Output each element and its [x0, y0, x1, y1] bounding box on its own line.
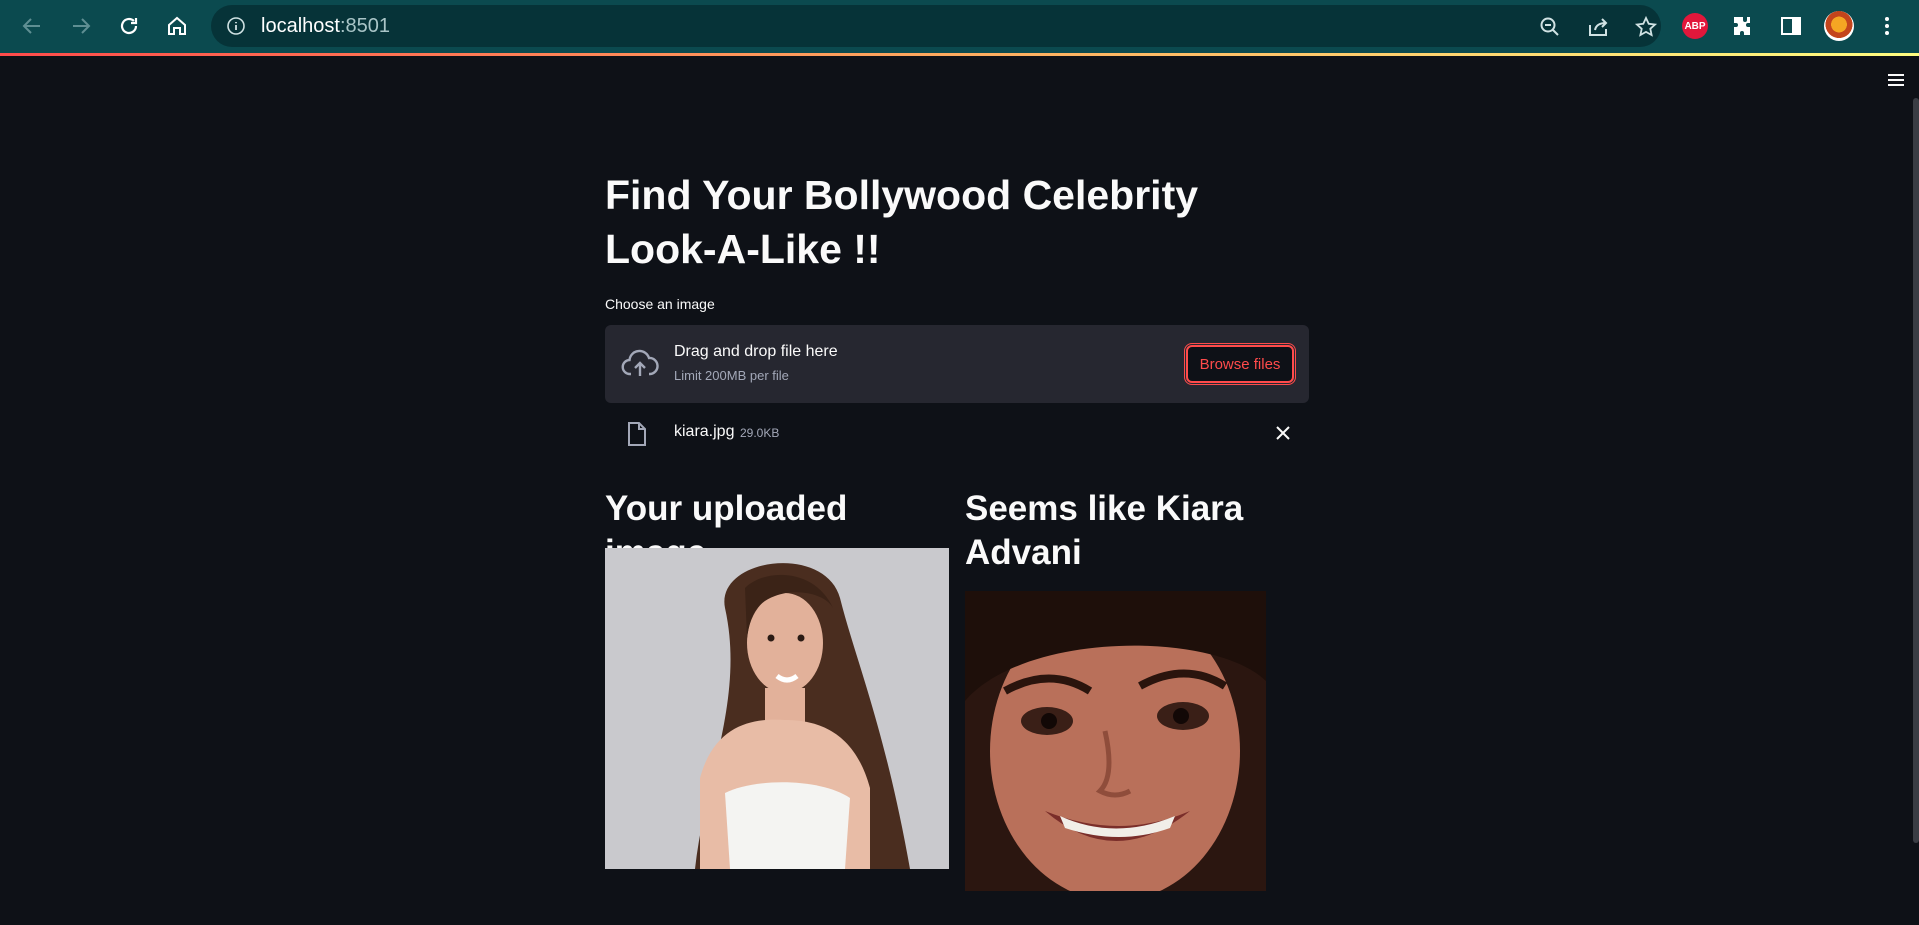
- reload-icon: [120, 17, 138, 35]
- info-icon[interactable]: [226, 16, 246, 36]
- close-icon[interactable]: [1271, 421, 1295, 445]
- file-icon: [628, 422, 646, 446]
- browser-toolbar: localhost:8501 ABP: [0, 0, 1919, 53]
- url-port: :8501: [339, 15, 390, 37]
- main-container: Find Your Bollywood Celebrity Look-A-Lik…: [605, 168, 1309, 446]
- profile-avatar: [1824, 11, 1854, 41]
- profile-button[interactable]: [1824, 11, 1854, 41]
- abp-extension[interactable]: ABP: [1680, 11, 1710, 41]
- browse-files-button[interactable]: Browse files: [1184, 343, 1296, 385]
- home-icon: [168, 16, 186, 35]
- side-panel-button[interactable]: [1776, 11, 1806, 41]
- zoom-out-icon[interactable]: [1538, 15, 1562, 39]
- chrome-menu-button[interactable]: [1872, 11, 1902, 41]
- page-scrollbar[interactable]: [1913, 98, 1919, 843]
- kebab-menu-icon: [1885, 17, 1889, 35]
- file-dropzone[interactable]: Drag and drop file here Limit 200MB per …: [605, 325, 1309, 403]
- page-title: Find Your Bollywood Celebrity Look-A-Lik…: [605, 172, 1199, 272]
- forward-button[interactable]: [65, 10, 97, 42]
- back-button[interactable]: [16, 10, 48, 42]
- matched-photo-illustration: [965, 591, 1266, 891]
- dropzone-limit: Limit 200MB per file: [674, 368, 789, 383]
- url-text[interactable]: localhost:8501: [261, 15, 390, 38]
- back-icon: [22, 18, 40, 34]
- uploaded-file-row: kiara.jpg 29.0KB: [605, 413, 1309, 453]
- matched-celebrity-image: [965, 591, 1266, 891]
- uploader-label: Choose an image: [605, 296, 715, 312]
- extensions-icon: [1734, 17, 1750, 35]
- url-host: localhost: [261, 15, 340, 37]
- dropzone-title: Drag and drop file here: [674, 343, 838, 360]
- share-icon[interactable]: [1586, 15, 1610, 39]
- hamburger-icon[interactable]: [1886, 72, 1906, 88]
- star-icon[interactable]: [1634, 15, 1658, 39]
- abp-icon: ABP: [1682, 13, 1708, 39]
- extensions-button[interactable]: [1728, 11, 1758, 41]
- side-panel-icon: [1781, 17, 1801, 35]
- uploaded-photo-illustration: [605, 548, 949, 869]
- forward-icon: [73, 18, 91, 34]
- reload-button[interactable]: [113, 10, 145, 42]
- uploaded-file-name: kiara.jpg: [674, 423, 735, 440]
- home-button[interactable]: [161, 10, 193, 42]
- uploaded-image: [605, 548, 949, 869]
- streamlit-decoration-bar: [0, 53, 1919, 56]
- cloud-upload-icon: [621, 349, 659, 376]
- uploaded-file-size: 29.0KB: [740, 426, 780, 440]
- address-bar[interactable]: localhost:8501: [211, 5, 1661, 47]
- match-heading: Seems like Kiara Advani: [965, 489, 1244, 572]
